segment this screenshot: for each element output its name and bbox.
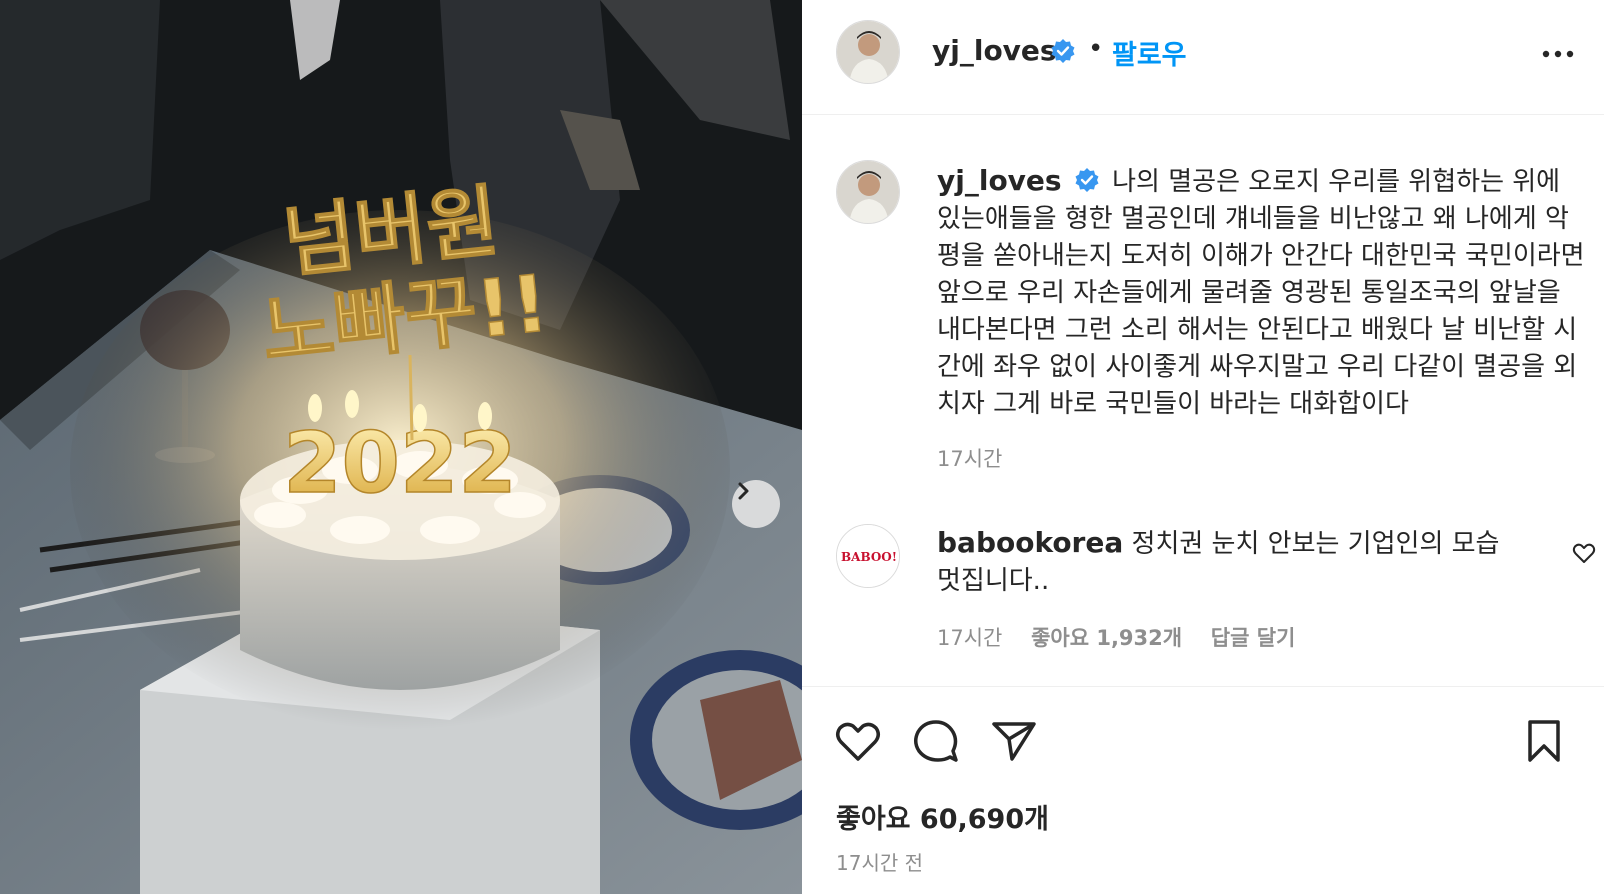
caption-body: yj_loves 나의 멸공은 오로지 우리를 위협하는 위에 있는애들을 형한… (937, 162, 1587, 423)
post-timestamp[interactable]: 17시간 전 (836, 847, 923, 876)
caption-text: 나의 멸공은 오로지 우리를 위협하는 위에 있는애들을 형한 멸공인데 걔네들… (937, 167, 1585, 419)
share-icon (992, 722, 1036, 761)
post-header: yj_loves • 팔로우 (802, 0, 1604, 115)
author-avatar[interactable] (836, 20, 900, 84)
comment-body: babookorea 정치권 눈치 안보는 기업인의 모습 멋집니다.. (937, 524, 1527, 600)
bookmark-button[interactable] (1522, 719, 1566, 767)
post-modal: 2022 넘버원 노빠꾸!! yj_loves • 팔로우 yj_loves 나… (0, 0, 1604, 894)
comment-meta: 17시간 좋아요 1,932개 답글 달기 (937, 622, 1317, 652)
more-icon (1542, 50, 1574, 58)
verified-icon (1051, 39, 1075, 63)
caption-author-avatar[interactable] (836, 160, 900, 224)
comment-icon (914, 720, 958, 762)
comment-username[interactable]: babookorea (937, 526, 1123, 559)
reply-button[interactable]: 답글 달기 (1211, 626, 1296, 650)
like-button[interactable] (834, 719, 882, 767)
candles-text: 2022 (283, 414, 517, 512)
baboo-logo-text: BABOO! (841, 550, 897, 564)
caption-timestamp[interactable]: 17시간 (937, 443, 1002, 473)
post-side-panel: yj_loves • 팔로우 yj_loves 나의 멸공은 오로지 우리를 위… (802, 0, 1604, 894)
avatar-image (837, 161, 899, 223)
follow-button[interactable]: 팔로우 (1112, 33, 1187, 72)
comment-like-button[interactable] (1572, 542, 1596, 568)
commenter-avatar[interactable]: BABOO! (836, 524, 900, 588)
post-photo[interactable]: 2022 넘버원 노빠꾸!! (0, 0, 802, 894)
heart-icon (1572, 543, 1596, 563)
baboo-logo: BABOO! (837, 525, 899, 587)
comment-button[interactable] (912, 719, 960, 767)
comment-likes[interactable]: 좋아요 1,932개 (1031, 626, 1182, 650)
comment-timestamp[interactable]: 17시간 (937, 626, 1002, 650)
post-likes-count[interactable]: 좋아요 60,690개 (836, 797, 1049, 836)
cake-photo-illustration: 2022 넘버원 노빠꾸!! (0, 0, 802, 894)
verified-icon (1075, 167, 1099, 192)
post-actions: 좋아요 60,690개 17시간 전 (802, 686, 1604, 895)
bookmark-icon (1528, 720, 1560, 762)
more-options-button[interactable] (1538, 36, 1578, 72)
caption-username[interactable]: yj_loves (937, 164, 1062, 197)
separator-dot: • (1088, 34, 1104, 64)
author-username[interactable]: yj_loves (932, 34, 1057, 67)
chevron-right-icon (738, 482, 749, 500)
share-button[interactable] (990, 719, 1038, 767)
heart-icon (836, 722, 880, 761)
next-photo-button[interactable] (732, 480, 780, 528)
avatar-image (837, 21, 899, 83)
